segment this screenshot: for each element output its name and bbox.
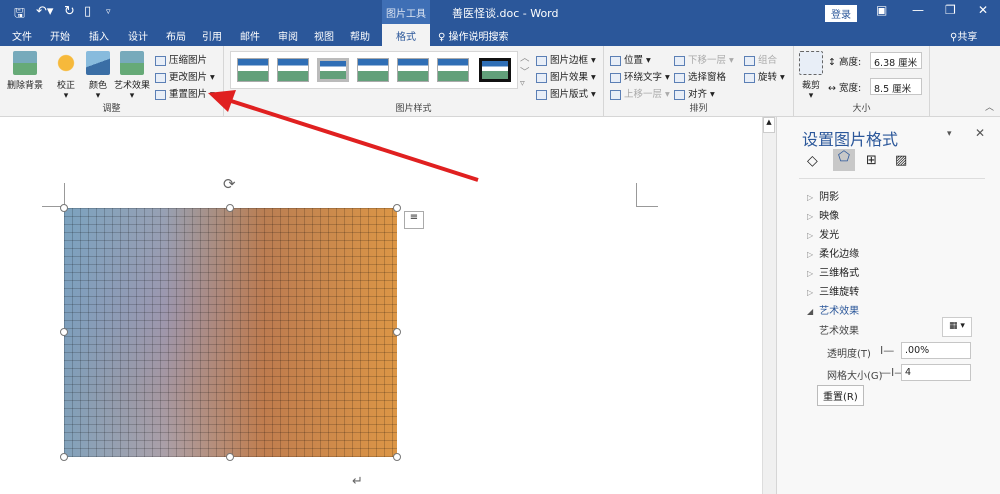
- transparency-slider[interactable]: I—: [880, 344, 894, 357]
- vertical-scrollbar[interactable]: ▲: [762, 117, 776, 494]
- section-label: 阴影: [819, 192, 840, 203]
- section-shadow[interactable]: ▷ 阴影: [807, 188, 839, 203]
- section-label: 三维格式: [819, 268, 860, 279]
- transparency-input[interactable]: .00%: [901, 342, 971, 359]
- section-label: 艺术效果: [819, 306, 860, 317]
- transparency-label: 透明度(T): [827, 349, 871, 360]
- grid-size-label: 网格大小(G): [827, 371, 883, 382]
- section-artistic-effects[interactable]: ◢ 艺术效果: [807, 302, 859, 317]
- scroll-up-icon[interactable]: ▲: [763, 117, 775, 133]
- picture-tab-icon[interactable]: ▨: [895, 153, 907, 168]
- pane-options-icon[interactable]: ▾: [947, 129, 952, 139]
- section-label: 三维旋转: [819, 287, 860, 298]
- grid-size-input[interactable]: 4: [901, 364, 971, 381]
- fill-line-icon[interactable]: ◇: [807, 153, 818, 169]
- size-properties-icon[interactable]: ⊞: [866, 153, 877, 168]
- section-label: 发光: [819, 230, 840, 241]
- section-glow[interactable]: ▷ 发光: [807, 226, 839, 241]
- artistic-effect-label: 艺术效果: [819, 326, 859, 337]
- section-soft-edges[interactable]: ▷ 柔化边缘: [807, 245, 859, 260]
- pane-close-icon[interactable]: ✕: [975, 126, 985, 140]
- format-picture-pane: 设置图片格式 ▾ ✕ ◇ ⬠ ⊞ ▨ ▷ 阴影 ▷ 映像 ▷ 发光 ▷ 柔化边缘 ▷ 三维…: [776, 117, 1000, 494]
- pane-title: 设置图片格式: [802, 130, 899, 149]
- section-label: 映像: [819, 211, 840, 222]
- divider: [799, 178, 985, 179]
- section-label: 柔化边缘: [819, 249, 860, 260]
- reset-button[interactable]: 重置(R): [817, 385, 864, 406]
- artistic-effect-dropdown[interactable]: ▦ ▾: [942, 317, 972, 337]
- section-3d-rotation[interactable]: ▷ 三维旋转: [807, 283, 859, 298]
- section-reflection[interactable]: ▷ 映像: [807, 207, 839, 222]
- effects-tab-icon[interactable]: ⬠: [833, 149, 855, 171]
- section-3d-format[interactable]: ▷ 三维格式: [807, 264, 859, 279]
